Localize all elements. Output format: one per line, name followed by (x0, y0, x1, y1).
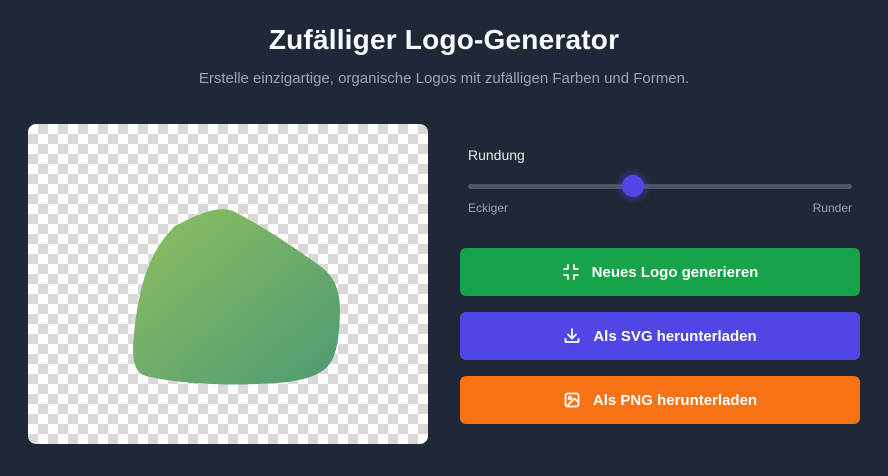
generate-logo-label: Neues Logo generieren (591, 263, 759, 281)
download-icon (564, 328, 580, 343)
image-icon (564, 392, 580, 408)
download-png-label: Als PNG herunterladen (592, 391, 758, 409)
rounding-slider-thumb[interactable] (622, 175, 645, 197)
logo-shape (133, 209, 340, 385)
logo-preview-canvas (28, 124, 428, 444)
rounding-label: Rundung (468, 147, 525, 163)
generate-logo-button[interactable]: Neues Logo generieren (460, 248, 860, 296)
download-png-button[interactable]: Als PNG herunterladen (460, 376, 860, 424)
app-page: Zufälliger Logo-Generator Erstelle einzi… (0, 0, 888, 476)
download-svg-button[interactable]: Als SVG herunterladen (460, 312, 860, 360)
rounding-slider-track[interactable] (468, 184, 852, 189)
page-title: Zufälliger Logo-Generator (268, 24, 620, 55)
download-svg-label: Als SVG herunterladen (593, 327, 757, 345)
rounding-min-label: Eckiger (468, 201, 509, 215)
rounding-max-label: Runder (812, 201, 852, 215)
logo-blob (133, 209, 340, 385)
page-subtitle: Erstelle einzigartige, organische Logos … (198, 70, 690, 87)
shrink-arrows-icon (562, 264, 579, 280)
